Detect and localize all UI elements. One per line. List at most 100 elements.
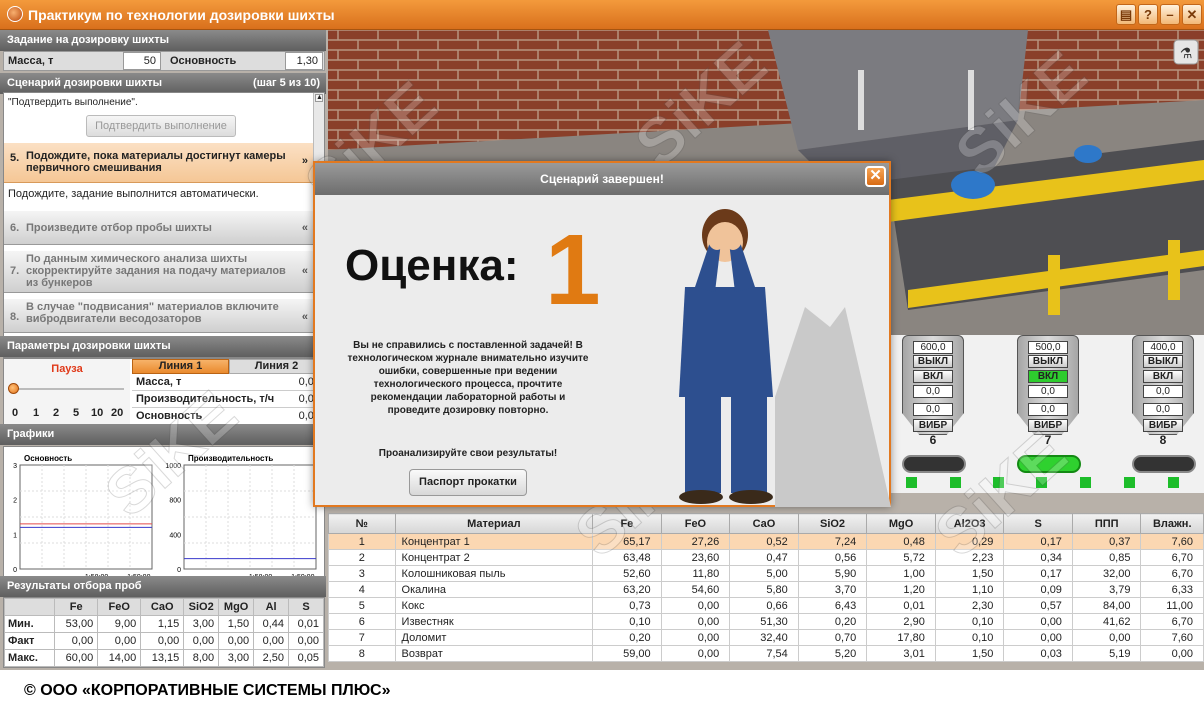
dialog-close-icon[interactable]: ✕	[865, 166, 886, 187]
materials-col: Влажн.	[1140, 513, 1204, 534]
material-row[interactable]: 7 Доломит 0,20 0,00 32,40 0,70 17,80 0,10 0,00 0,…	[328, 629, 1204, 646]
material-value: 0,10	[592, 613, 662, 630]
materials-col: CaO	[729, 513, 799, 534]
material-value: 3,79	[1071, 581, 1142, 598]
material-value: 11,80	[660, 565, 731, 582]
results-col: CaO	[140, 598, 185, 616]
analyze-text: Проанализируйте свои результаты!	[378, 448, 558, 459]
material-value: 0,17	[1003, 533, 1073, 550]
material-row[interactable]: 6 Известняк 0,10 0,00 51,30 0,20 2,90 0,10 0,00 4…	[328, 613, 1204, 630]
results-cell: 2,50	[253, 649, 290, 667]
grade-value: 1	[545, 214, 601, 326]
results-cell: Макс.	[3, 649, 56, 667]
bunker-setpoint-input[interactable]: 400,0	[1143, 341, 1183, 354]
active-step[interactable]: 5. Подождите, пока материалы достигнут к…	[4, 143, 314, 183]
scenario-complete-dialog: Сценарий завершен! ✕ Оценка: 1 Вы не спр…	[313, 161, 891, 507]
materials-panel: № Материал Fe FeO CaO SiO2 MgO Al2O3 S П…	[328, 493, 1204, 670]
material-value: 0,37	[1071, 533, 1142, 550]
bunker-vibr-button[interactable]: ВИБР	[1143, 419, 1183, 432]
material-row[interactable]: 4 Окалина 63,20 54,60 5,80 3,70 1,20 1,10 0,09 3,…	[328, 581, 1204, 598]
material-number: 1	[328, 533, 396, 550]
material-row[interactable]: 3 Колошниковая пыль 52,60 11,80 5,00 5,90 1,00…	[328, 565, 1204, 582]
chart-y-tick-label: 400	[169, 532, 181, 539]
active-step-num: 5.	[10, 152, 20, 164]
material-value: 6,33	[1140, 581, 1204, 598]
material-number: 2	[328, 549, 396, 566]
speed-slider-track[interactable]	[12, 388, 124, 390]
mass-input[interactable]: 50	[123, 52, 161, 70]
param-row: Масса, т 0,00	[132, 374, 324, 391]
bunker-vibr-button[interactable]: ВИБР	[1028, 419, 1068, 432]
material-value: 0,03	[1003, 645, 1073, 662]
step-text: Произведите отбор пробы шихты	[26, 222, 212, 234]
material-value: 65,17	[592, 533, 662, 550]
materials-col: Al2O3	[934, 513, 1005, 534]
confirm-button[interactable]: Подтвердить выполнение	[86, 115, 236, 137]
status-led	[993, 477, 1004, 488]
materials-col: №	[328, 513, 396, 534]
results-col: Al	[253, 598, 290, 616]
results-cell: 0,44	[253, 615, 290, 633]
scenario-step[interactable]: 6. Произведите отбор пробы шихты «	[4, 211, 314, 245]
chart-title: Основность	[24, 454, 72, 463]
material-value: 0,47	[729, 549, 799, 566]
material-value: 6,70	[1140, 549, 1204, 566]
passport-button[interactable]: Паспорт прокатки	[409, 469, 527, 496]
status-led	[906, 477, 917, 488]
bunker-on-button[interactable]: ВКЛ	[1143, 370, 1183, 383]
scenario-step[interactable]: 7. По данным химического анализа шихты с…	[4, 245, 314, 293]
material-number: 5	[328, 597, 396, 614]
results-cell: 3,00	[183, 615, 220, 633]
material-value: 0,00	[660, 645, 731, 662]
speed-tick: 0	[12, 407, 19, 419]
results-cell: 60,00	[54, 649, 99, 667]
bunker-on-button[interactable]: ВКЛ	[913, 370, 953, 383]
material-row[interactable]: 1 Концентрат 1 65,17 27,26 0,52 7,24 0,48 0,29 0…	[328, 533, 1204, 550]
active-step-text: Подождите, пока материалы достигнут каме…	[26, 150, 286, 174]
param-label: Производительность, т/ч	[136, 393, 275, 405]
basicity-input[interactable]: 1,30	[285, 52, 323, 70]
materials-col: S	[1003, 513, 1073, 534]
tab-line-1[interactable]: Линия 1	[132, 359, 229, 374]
results-col: S	[288, 598, 324, 616]
results-cell: 3,00	[218, 649, 255, 667]
step-num: 7.	[10, 265, 20, 277]
material-number: 4	[328, 581, 396, 598]
params-header: Параметры дозировки шихты	[0, 336, 326, 357]
help-button[interactable]: ?	[1138, 4, 1158, 25]
bunker-setpoint-input[interactable]: 600,0	[913, 341, 953, 354]
material-value: 32,40	[729, 629, 799, 646]
results-col: FeO	[97, 598, 142, 616]
journal-button[interactable]: ▤	[1116, 4, 1136, 25]
material-row[interactable]: 5 Кокс 0,73 0,00 0,66 6,43 0,01 2,30 0,57 84,00 11…	[328, 597, 1204, 614]
close-app-button[interactable]: ✕	[1182, 4, 1202, 25]
speed-slider-thumb[interactable]	[8, 383, 19, 394]
bunker-setpoint-input[interactable]: 500,0	[1028, 341, 1068, 354]
material-row[interactable]: 8 Возврат 59,00 0,00 7,54 5,20 3,01 1,50 0,03 5,1…	[328, 645, 1204, 662]
speed-control: Пауза 0 1 2 5 10 20	[4, 359, 130, 425]
material-value: 5,19	[1071, 645, 1142, 662]
status-led	[1036, 477, 1047, 488]
material-name: Кокс	[394, 597, 594, 614]
bunker-off-button[interactable]: ВЫКЛ	[1143, 355, 1183, 368]
material-value: 23,60	[660, 549, 731, 566]
scroll-up-icon[interactable]: ▲	[315, 94, 323, 102]
material-value: 0,20	[592, 629, 662, 646]
minimize-button[interactable]: –	[1160, 4, 1180, 25]
tab-line-2[interactable]: Линия 2	[229, 359, 324, 374]
dialog-title: Сценарий завершен!	[315, 163, 889, 195]
material-value: 0,20	[797, 613, 868, 630]
material-row[interactable]: 2 Концентрат 2 63,48 23,60 0,47 0,56 5,72 2,23 0…	[328, 549, 1204, 566]
chart-y-tick-label: 1	[13, 532, 17, 539]
task-row: Масса, т 50 Основность 1,30	[3, 51, 325, 71]
results-col: MgO	[218, 598, 255, 616]
bunker-off-button[interactable]: ВЫКЛ	[1028, 355, 1068, 368]
bunker-6: 600,0 ВЫКЛ ВКЛ 0,0 0,0 ВИБР 6	[902, 335, 964, 455]
bunker-vibr-button[interactable]: ВИБР	[913, 419, 953, 432]
bunker-off-button[interactable]: ВЫКЛ	[913, 355, 953, 368]
bunker-on-button[interactable]: ВКЛ	[1028, 370, 1068, 383]
title-bar: Практикум по технологии дозировки шихты …	[0, 0, 1204, 30]
material-value: 6,70	[1140, 565, 1204, 582]
material-value: 0,73	[592, 597, 662, 614]
scenario-step[interactable]: 8. В случае "подвисания" материалов вклю…	[4, 293, 314, 333]
